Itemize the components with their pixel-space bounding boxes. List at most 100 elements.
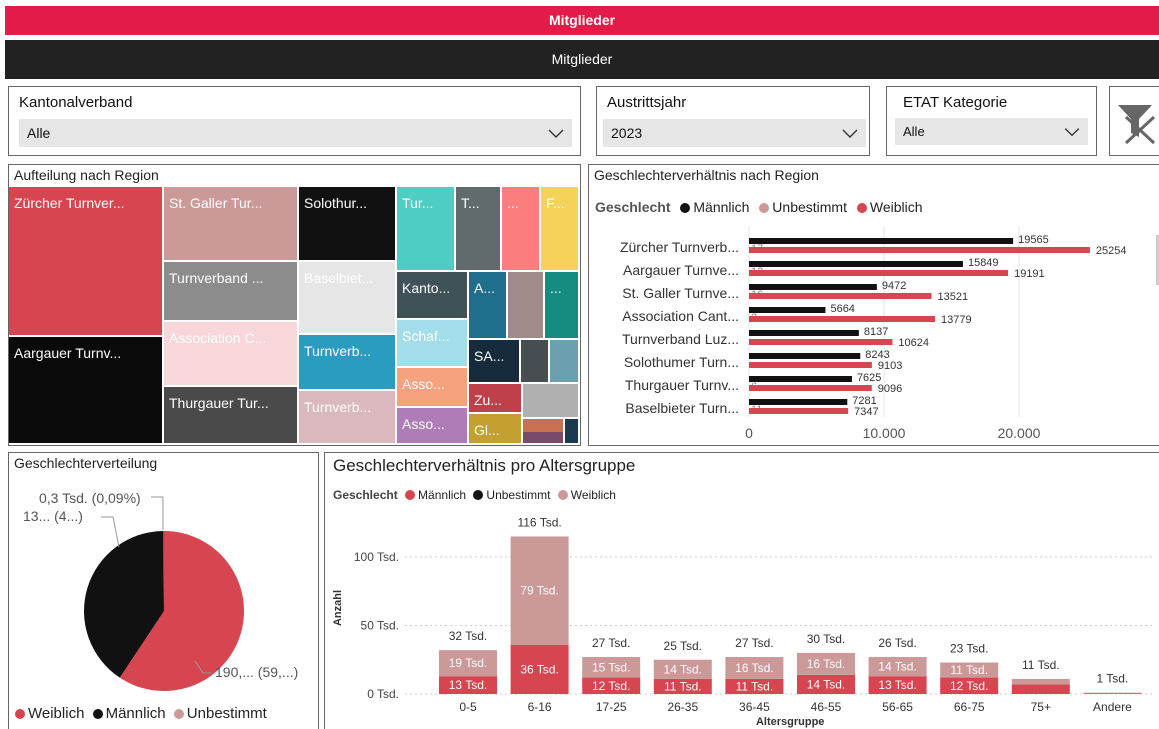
treemap-cell[interactable]: SA... (469, 340, 521, 384)
region-chart-visual: Geschlechterverhältnis nach Region Gesch… (588, 164, 1159, 446)
category-label: Turnverband Luz... (622, 331, 739, 347)
treemap-cell[interactable] (523, 384, 580, 419)
legend-label: Männlich (418, 488, 467, 502)
y-tick-label: 0 Tsd. (367, 687, 399, 701)
bar-weiblich (749, 247, 1090, 253)
treemap-cell[interactable] (523, 432, 565, 445)
legend-dot (557, 490, 568, 500)
total-label: 11 Tsd. (1022, 658, 1060, 672)
region-bar-chart: 010.00020.000Zürcher Turnverb...19565172… (620, 227, 1127, 441)
legend-item[interactable]: Weiblich (557, 488, 616, 502)
total-label: 25 Tsd. (664, 639, 702, 653)
legend-item[interactable]: Weiblich (856, 199, 923, 215)
pie-title: Geschlechterverteilung (14, 455, 158, 471)
treemap-cell[interactable]: St. Galler Tur... (164, 187, 299, 262)
treemap-cell[interactable]: A... (469, 272, 508, 340)
total-label: 32 Tsd. (449, 629, 487, 643)
category-label: Baselbieter Turn... (625, 400, 739, 416)
bar-maennlich (749, 376, 852, 382)
category-label: Zürcher Turnverb... (620, 239, 739, 255)
legend-label: Unbestimmt (772, 199, 847, 215)
data-label: 16 Tsd. (735, 661, 773, 675)
treemap-cell[interactable]: T... (456, 187, 502, 272)
legend-label: Unbestimmt (186, 705, 267, 722)
treemap-cell[interactable] (550, 340, 580, 384)
legend-dot (92, 709, 103, 719)
total-label: 26 Tsd. (878, 636, 916, 650)
legend-item[interactable]: Männlich (680, 199, 749, 215)
treemap-cell[interactable]: Zürcher Turnver... (9, 187, 164, 337)
treemap-cell[interactable]: Schaf... (397, 320, 469, 368)
treemap-cell[interactable]: Asso... (397, 408, 469, 445)
treemap-cell[interactable]: Association C... (164, 322, 299, 387)
treemap-cell[interactable]: Kanto... (397, 272, 469, 320)
data-label: 9103 (878, 360, 902, 372)
pie-label: 13... (4...) (23, 508, 83, 524)
total-label: 30 Tsd. (807, 632, 845, 646)
legend-title: Geschlecht (595, 199, 671, 215)
treemap-cell[interactable]: Turnverb... (299, 335, 397, 391)
treemap-cell[interactable]: Solothur... (299, 187, 397, 262)
bar-weiblich (749, 293, 932, 299)
treemap-cell[interactable]: Baselbiet... (299, 262, 397, 335)
legend-item[interactable]: Weiblich (15, 705, 84, 722)
etat-value: Alle (903, 124, 925, 139)
treemap-cell[interactable] (565, 419, 580, 445)
chevron-down-icon (842, 129, 858, 138)
legend-dot (856, 203, 867, 213)
treemap-cell[interactable] (508, 272, 545, 340)
chevron-down-icon (548, 129, 564, 138)
pie-leader (151, 496, 164, 530)
bar-weiblich (749, 385, 872, 391)
data-label: 13521 (938, 291, 969, 303)
treemap-cell[interactable]: ... (545, 272, 580, 340)
kantonalverband-dropdown[interactable]: Alle (19, 119, 572, 147)
austrittsjahr-dropdown[interactable]: 2023 (603, 119, 866, 147)
legend-item[interactable]: Unbestimmt (759, 199, 847, 215)
bar-maennlich (1011, 684, 1070, 694)
total-label: 27 Tsd. (735, 636, 773, 650)
treemap-cell[interactable]: F... (541, 187, 580, 272)
page-subheader: Mitglieder (5, 40, 1159, 79)
treemap-cell[interactable]: Asso... (397, 368, 469, 408)
pie-legend: Weiblich Männlich Unbestimmt (15, 705, 267, 722)
category-label: Association Cant... (622, 308, 739, 324)
treemap-cell[interactable]: Tur... (397, 187, 456, 272)
page-header: Mitglieder (5, 6, 1159, 35)
x-tick-label: 56-65 (882, 700, 913, 714)
data-label: 14 Tsd. (878, 660, 916, 674)
y-axis-title: Anzahl (332, 590, 344, 626)
kantonalverband-slicer: Kantonalverband Alle (8, 86, 581, 156)
bar-maennlich (749, 307, 826, 313)
bar-weiblich (1083, 692, 1142, 694)
region-chart-legend: Geschlecht Männlich Unbestimmt Weiblich (595, 199, 923, 215)
category-label: St. Galler Turnve... (622, 285, 739, 301)
austrittsjahr-label: Austrittsjahr (607, 94, 687, 111)
treemap-cell[interactable]: Turnverb... (299, 391, 397, 445)
legend-item[interactable]: Unbestimmt (473, 488, 550, 502)
treemap-cell[interactable]: Aargauer Turnv... (9, 337, 164, 445)
data-label: 19565 (1018, 234, 1049, 246)
etat-slicer: ETAT Kategorie Alle (886, 86, 1097, 156)
data-label: 36 Tsd. (520, 662, 558, 676)
legend-title: Geschlecht (333, 488, 398, 502)
pie-leader (101, 516, 120, 548)
etat-dropdown[interactable]: Alle (895, 118, 1088, 145)
treemap-cell[interactable]: ... (502, 187, 541, 272)
data-label: 19191 (1014, 268, 1045, 280)
legend-item[interactable]: Unbestimmt (173, 705, 267, 722)
treemap-cell[interactable]: Turnverband ... (164, 262, 299, 322)
treemap-cell[interactable]: Zu... (469, 384, 523, 414)
legend-item[interactable]: Männlich (405, 488, 466, 502)
treemap-cell[interactable]: Thurgauer Tur... (164, 387, 299, 445)
data-label: 8137 (864, 326, 888, 338)
data-label: 11 Tsd. (664, 679, 702, 693)
x-tick-label: 46-55 (811, 700, 842, 714)
bar-maennlich (749, 261, 963, 267)
treemap-cell[interactable] (521, 340, 550, 384)
legend-item[interactable]: Männlich (92, 705, 166, 722)
bar-maennlich (1083, 693, 1142, 694)
treemap-cell[interactable]: Gl... (469, 414, 523, 445)
clear-filters-button[interactable] (1109, 86, 1159, 156)
region-chart-title: Geschlechterverhältnis nach Region (594, 167, 819, 183)
